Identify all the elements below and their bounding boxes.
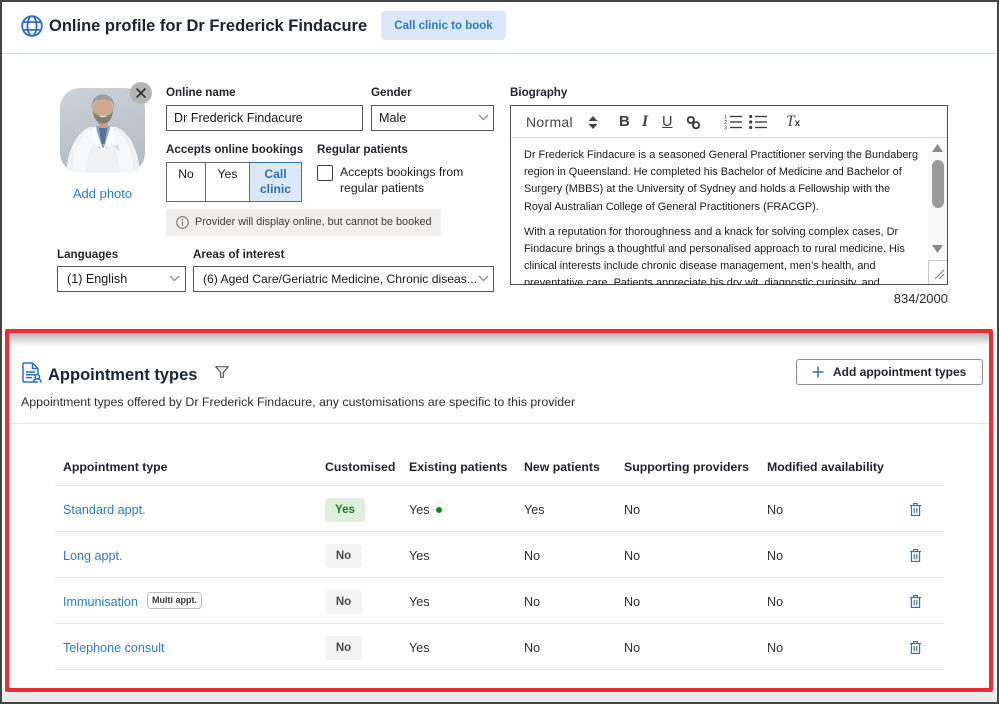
svg-text:3: 3 — [724, 126, 727, 131]
